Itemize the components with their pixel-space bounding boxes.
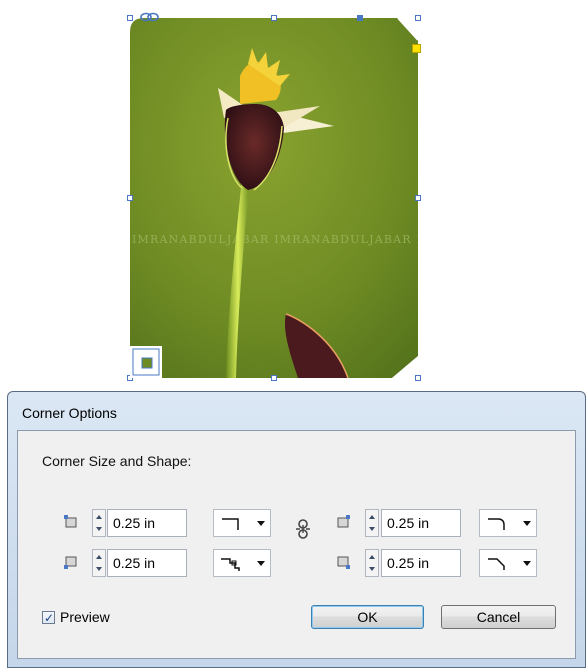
corner-row-top-right: 0.25 in — [336, 509, 566, 537]
corner-row-top-left: 0.25 in — [64, 509, 284, 537]
bottom-left-size-input[interactable]: 0.25 in — [107, 549, 187, 577]
resize-handle-middle-right[interactable] — [415, 195, 421, 201]
resize-handle-top-right[interactable] — [415, 15, 421, 21]
chevron-down-icon — [257, 521, 265, 526]
checkmark-icon: ✓ — [44, 611, 55, 625]
flower-photo: IMRANABDULJABAR IMRANABDULJABAR IMRANABD… — [130, 18, 418, 378]
ok-button[interactable]: OK — [311, 605, 424, 629]
watermark-text: IMRANABDULJABAR IMRANABDULJABAR IMRANABD… — [132, 233, 418, 246]
preview-label: Preview — [60, 609, 110, 625]
corner-row-bottom-right: 0.25 in — [336, 549, 566, 577]
bottom-right-size-input[interactable]: 0.25 in — [381, 549, 461, 577]
resize-handle-top-center[interactable] — [271, 15, 277, 21]
chevron-down-icon — [257, 561, 265, 566]
resize-handle-top-left[interactable] — [127, 15, 133, 21]
corner-options-dialog: Corner Options Corner Size and Shape: 0.… — [7, 391, 586, 668]
bottom-right-corner-icon — [337, 556, 350, 569]
bottom-left-corner-icon — [64, 556, 77, 569]
top-left-spinner[interactable] — [92, 509, 106, 537]
inset-corner-icon — [221, 558, 240, 571]
top-left-corner-icon — [64, 515, 77, 528]
resize-handle-middle-left[interactable] — [127, 195, 133, 201]
resize-handle-bottom-center[interactable] — [271, 375, 277, 381]
top-left-shape-dropdown[interactable] — [213, 509, 271, 537]
top-right-shape-dropdown[interactable] — [479, 509, 537, 537]
cancel-button[interactable]: Cancel — [441, 605, 556, 629]
bottom-right-spinner[interactable] — [365, 549, 379, 577]
fancy-corner-icon — [222, 518, 239, 530]
corner-row-bottom-left: 0.25 in — [64, 549, 284, 577]
rounded-corner-icon — [488, 518, 505, 530]
top-right-size-input[interactable]: 0.25 in — [381, 509, 461, 537]
image-frame[interactable]: IMRANABDULJABAR IMRANABDULJABAR IMRANABD… — [127, 12, 421, 381]
checkbox-box[interactable]: ✓ — [42, 611, 55, 625]
bevel-corner-icon — [488, 558, 505, 570]
resize-handle-bottom-right[interactable] — [415, 375, 421, 381]
bottom-left-shape-dropdown[interactable] — [213, 549, 271, 577]
make-all-settings-same-link-icon[interactable] — [295, 519, 311, 539]
inset-corner-overlay — [130, 346, 162, 378]
chevron-down-icon — [523, 561, 531, 566]
chevron-down-icon — [523, 521, 531, 526]
bottom-right-shape-dropdown[interactable] — [479, 549, 537, 577]
dialog-title: Corner Options — [22, 405, 117, 421]
content-grabber-handle[interactable] — [357, 15, 363, 21]
bottom-left-spinner[interactable] — [92, 549, 106, 577]
top-left-size-input[interactable]: 0.25 in — [107, 509, 187, 537]
top-right-spinner[interactable] — [365, 509, 379, 537]
live-corner-handle[interactable] — [412, 44, 421, 53]
dialog-content: Corner Size and Shape: 0.25 in 0.25 in 0… — [17, 430, 576, 659]
thread-link-icon[interactable] — [140, 11, 160, 23]
corner-size-heading: Corner Size and Shape: — [42, 453, 192, 469]
top-right-corner-icon — [337, 515, 350, 528]
